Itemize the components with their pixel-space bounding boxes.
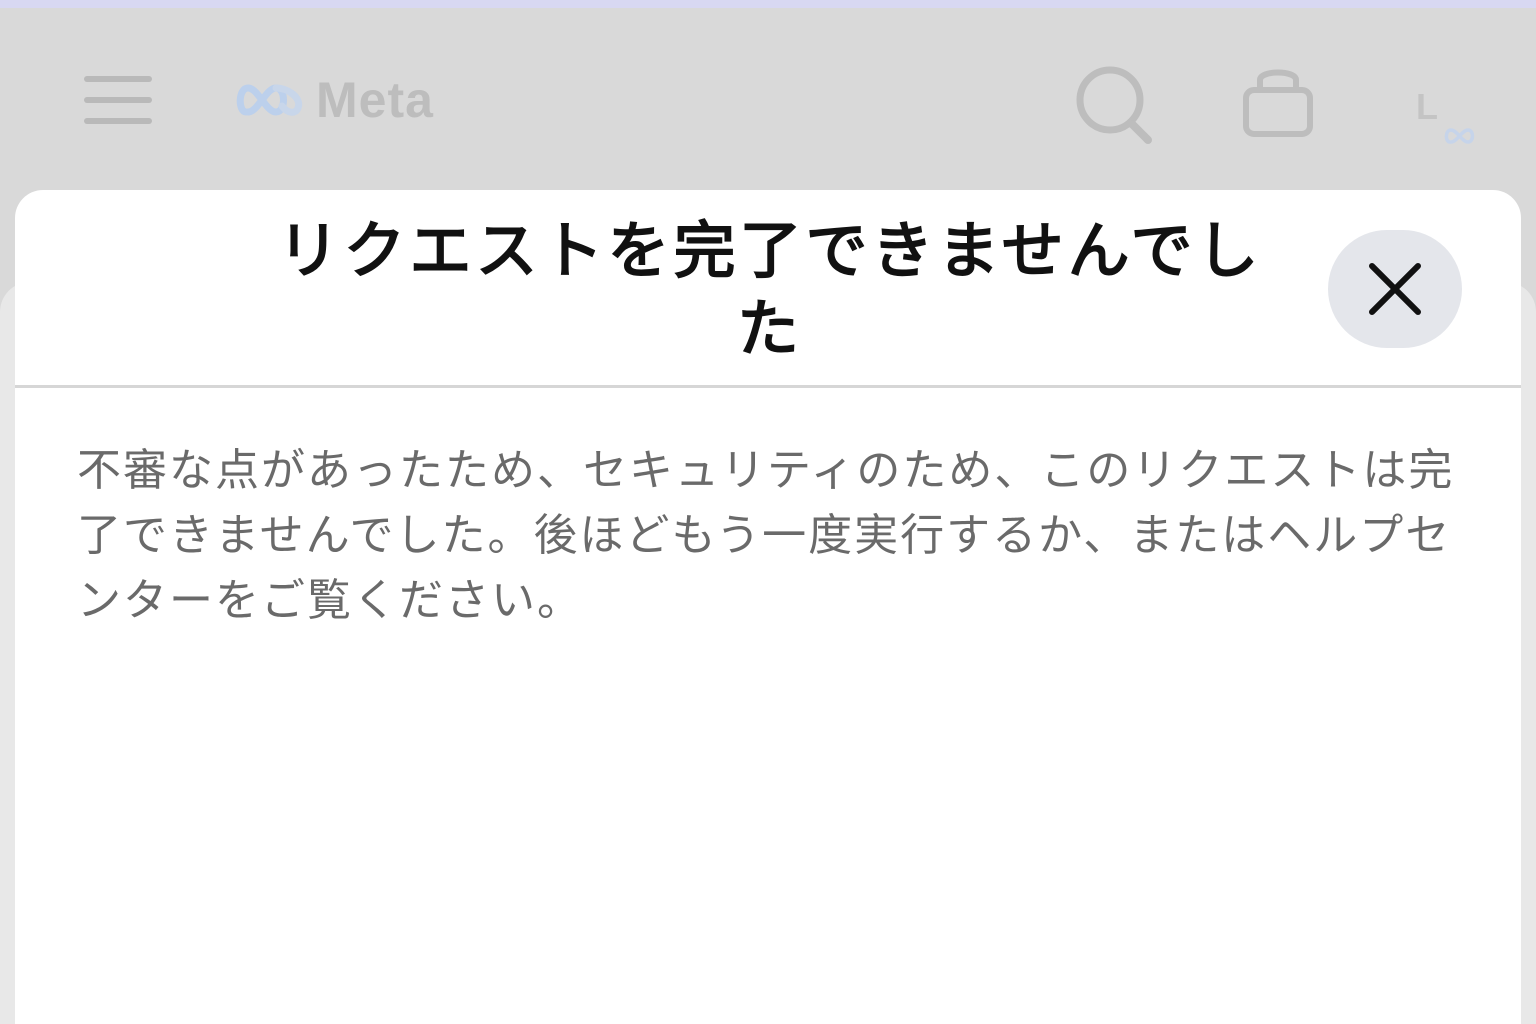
meta-logo[interactable]: Meta [236, 68, 434, 132]
top-navigation-bar: Meta L [0, 8, 1536, 188]
app-screen: Meta L リクエストを完了できませんでした 不審な点があったため、セキュリテ… [0, 0, 1536, 1024]
meta-infinity-logo-icon [236, 84, 303, 116]
meta-infinity-icon [1444, 128, 1475, 144]
hamburger-menu-icon[interactable] [84, 76, 152, 124]
search-button[interactable] [1074, 64, 1154, 148]
dialog-message: 不審な点があったため、セキュリティのため、このリクエストは完了できませんでした。… [77, 445, 1455, 626]
dialog-title: リクエストを完了できませんでした [277, 214, 1263, 365]
status-strip [0, 0, 1536, 8]
shopping-bag-icon [1243, 69, 1313, 137]
close-icon [1369, 263, 1421, 315]
error-dialog: リクエストを完了できませんでした 不審な点があったため、セキュリティのため、この… [15, 190, 1521, 1024]
search-icon [1076, 66, 1152, 144]
dialog-header: リクエストを完了できませんでした [15, 190, 1521, 388]
close-button[interactable] [1328, 230, 1462, 348]
profile-initial: L [1416, 86, 1438, 127]
shopping-bag-button[interactable] [1238, 64, 1318, 148]
profile-avatar[interactable]: L [1400, 72, 1496, 162]
logo-wordmark: Meta [316, 72, 434, 128]
